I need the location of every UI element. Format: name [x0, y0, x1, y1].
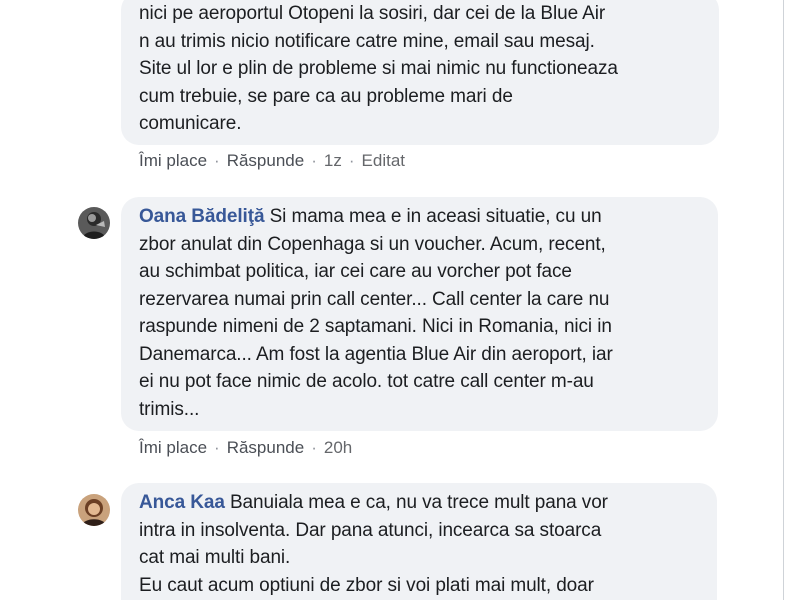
comments-thread: nici pe aeroportul Otopeni la sosiri, da…: [0, 0, 800, 600]
comment-first-line: Oana Bădeliţă Si mama mea e in aceasi si…: [139, 203, 700, 231]
separator-dot: ·: [214, 151, 220, 170]
separator-dot: ·: [348, 151, 355, 170]
comment-text: Banuiala mea e ca, nu va trece mult pana…: [224, 492, 608, 513]
comment-text-line: Danemarca... Am fost la agentia Blue Air…: [139, 343, 613, 365]
comment-actions: Îmi place · Răspunde · 20h: [139, 437, 352, 459]
avatar-image: [78, 494, 110, 526]
comment-bubble: Oana Bădeliţă Si mama mea e in aceasi si…: [121, 197, 718, 431]
comment-text-line: nici pe aeroportul Otopeni la sosiri, da…: [139, 3, 606, 24]
separator-dot: ·: [311, 438, 317, 457]
edited-label[interactable]: Editat: [362, 151, 405, 170]
comment-text-line: cum trebuie, se pare ca au probleme mari…: [139, 85, 513, 107]
comment-timestamp[interactable]: 20h: [324, 438, 352, 457]
comment-text-line: comunicare.: [139, 113, 242, 134]
like-link[interactable]: Îmi place: [139, 151, 207, 170]
comment-text-line: Site ul lor e plin de probleme si mai ni…: [139, 58, 618, 79]
reply-link[interactable]: Răspunde: [227, 438, 305, 457]
comment-text-line: zbor anulat din Copenhaga si un voucher.…: [139, 233, 606, 255]
comment-first-line: Anca Kaa Banuiala mea e ca, nu va trece …: [139, 489, 699, 517]
comment-text-line: Eu caut acum optiuni de zbor si voi plat…: [139, 574, 594, 596]
comment-actions: Îmi place · Răspunde · 1z · Editat: [139, 150, 405, 172]
reply-link[interactable]: Răspunde: [227, 151, 305, 170]
avatar-image: [78, 207, 110, 239]
separator-dot: ·: [214, 438, 220, 457]
comment-author[interactable]: Oana Bădeliţă: [139, 206, 265, 227]
comment-bubble: nici pe aeroportul Otopeni la sosiri, da…: [121, 0, 719, 145]
avatar[interactable]: [78, 494, 110, 526]
comment-text-line: trimis...: [139, 398, 200, 420]
comment-text-line: au schimbat politica, iar cei care au vo…: [139, 261, 572, 282]
avatar[interactable]: [78, 207, 110, 239]
scroll-divider: [783, 0, 784, 600]
comment-bubble: Anca Kaa Banuiala mea e ca, nu va trece …: [121, 483, 717, 600]
comment-text-line: cat mai multi bani.: [139, 547, 291, 568]
comment-text-line: rezervarea numai prin call center... Cal…: [139, 288, 610, 310]
comment-timestamp[interactable]: 1z: [324, 151, 342, 170]
comment-text-line: raspunde nimeni de 2 saptamani. Nici in …: [139, 316, 612, 337]
separator-dot: ·: [311, 151, 317, 170]
comment-text-line: ei nu pot face nimic de acolo. tot catre…: [139, 371, 594, 392]
comment-text-line: n au trimis nicio notificare catre mine,…: [139, 30, 595, 52]
like-link[interactable]: Îmi place: [139, 438, 207, 457]
comment-text-line: intra in insolventa. Dar pana atunci, in…: [139, 519, 602, 541]
comment-author[interactable]: Anca Kaa: [139, 492, 225, 513]
comment-text: Si mama mea e in aceasi situatie, cu un: [264, 206, 602, 227]
